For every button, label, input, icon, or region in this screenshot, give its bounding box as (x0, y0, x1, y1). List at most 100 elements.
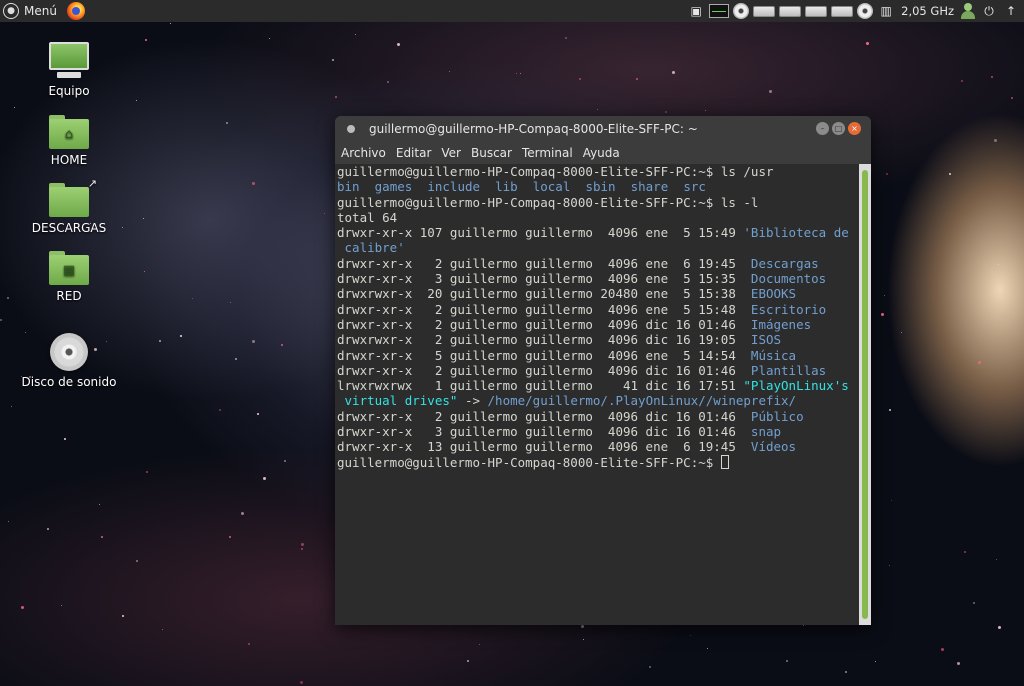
desktop-icon-red[interactable]: ▦ RED (19, 251, 119, 303)
terminal-line: drwxr-xr-x 13 guillermo guillermo 4096 e… (337, 439, 857, 454)
update-icon[interactable]: ↑ (1002, 3, 1020, 19)
terminal-line: calibre' (337, 240, 857, 255)
star (263, 477, 266, 480)
star (21, 606, 24, 609)
star (284, 460, 286, 462)
dir-entry: share (630, 179, 669, 195)
desktop-icon-label: RED (56, 289, 82, 303)
menu-button[interactable]: ● Menú (0, 0, 57, 22)
terminal-line: drwxr-xr-x 5 guillermo guillermo 4096 en… (337, 348, 857, 363)
star (649, 666, 651, 668)
star (1005, 316, 1006, 317)
terminal-titlebar[interactable]: guillermo@guillermo-HP-Compaq-8000-Elite… (335, 116, 871, 141)
star (281, 344, 283, 346)
terminal-line: drwxrwxr-x 20 guillermo guillermo 20480 … (337, 286, 857, 301)
terminal-scrollbar[interactable] (859, 164, 871, 625)
hard-drive-icon[interactable] (779, 5, 802, 17)
system-tray: ▣ ▥ 2,05 GHz ⏻ ↑ (687, 0, 1024, 22)
star (991, 76, 993, 78)
cd-drive-icon[interactable] (733, 3, 750, 19)
star (941, 648, 944, 651)
terminal-menubar: Archivo Editar Ver Buscar Terminal Ayuda (335, 141, 871, 164)
cpu-freq-icon[interactable]: ▥ (877, 3, 895, 19)
hard-drive-icon[interactable] (831, 5, 854, 17)
prompt: guillermo@guillermo-HP-Compaq-8000-Elite… (337, 194, 714, 210)
star (884, 295, 885, 296)
menu-editar[interactable]: Editar (396, 146, 432, 160)
listing-meta: drwxr-xr-x 3 guillermo guillermo 4096 en… (337, 271, 744, 287)
listing-name: Documentos (743, 271, 827, 287)
display-settings-icon[interactable]: ▣ (687, 3, 705, 19)
total-line: total 64 (337, 209, 398, 225)
star (300, 681, 303, 684)
terminal-output[interactable]: guillermo@guillermo-HP-Compaq-8000-Elite… (335, 164, 859, 625)
cd-drive-icon[interactable] (857, 3, 874, 19)
listing-meta: drwxr-xr-x 107 guillermo guillermo 4096 … (337, 225, 744, 241)
star (579, 78, 581, 80)
star (0, 319, 2, 321)
hard-drive-icon[interactable] (753, 5, 776, 17)
listing-meta: drwxr-xr-x 2 guillermo guillermo 4096 di… (337, 362, 744, 378)
star (122, 227, 123, 228)
star (170, 23, 171, 24)
window-controls: – □ × (816, 122, 861, 135)
system-monitor-icon[interactable] (709, 4, 730, 18)
hard-drive-icon[interactable] (805, 5, 828, 17)
menu-terminal[interactable]: Terminal (522, 146, 573, 160)
star (101, 536, 103, 538)
desktop-icon-disco-de-sonido[interactable]: Disco de sonido (19, 333, 119, 389)
scrollbar-thumb[interactable] (862, 170, 868, 619)
terminal-line: drwxr-xr-x 3 guillermo guillermo 4096 en… (337, 271, 857, 286)
desktop-icon-label: DESCARGAS (31, 221, 107, 235)
desktop-icon-descargas[interactable]: ↗ DESCARGAS (19, 177, 119, 235)
minimize-button[interactable]: – (816, 122, 829, 135)
listing-name: Descargas (743, 255, 819, 271)
close-button[interactable]: × (848, 122, 861, 135)
menu-ayuda[interactable]: Ayuda (583, 146, 620, 160)
terminal-window[interactable]: guillermo@guillermo-HP-Compaq-8000-Elite… (335, 116, 871, 625)
listing-meta: drwxr-xr-x 2 guillermo guillermo 4096 en… (337, 255, 744, 271)
menu-buscar[interactable]: Buscar (471, 146, 512, 160)
star (672, 71, 675, 74)
star (449, 71, 450, 72)
star (581, 625, 584, 628)
desktop-icon-equipo[interactable]: Equipo (19, 42, 119, 98)
cpu-frequency[interactable]: 2,05 GHz (899, 4, 956, 18)
maximize-button[interactable]: □ (832, 122, 845, 135)
star (996, 559, 997, 560)
power-icon[interactable]: ⏻ (980, 3, 998, 19)
star (964, 551, 966, 553)
star (230, 302, 231, 303)
menu-archivo[interactable]: Archivo (341, 146, 386, 160)
star (961, 80, 963, 82)
star (47, 528, 49, 530)
terminal-line: drwxr-xr-x 2 guillermo guillermo 4096 di… (337, 409, 857, 424)
star (690, 635, 691, 636)
star (219, 409, 221, 411)
star (881, 313, 884, 316)
star (949, 173, 951, 175)
user-icon[interactable] (960, 3, 976, 19)
star (136, 560, 138, 562)
firefox-icon[interactable] (66, 2, 85, 20)
star (875, 661, 876, 662)
link-target: /home/guillermo/.PlayOnLinux//wineprefix… (487, 393, 797, 409)
star (301, 543, 304, 546)
star (1011, 97, 1013, 99)
star (248, 643, 250, 645)
listing-name: EBOOKS (743, 286, 797, 302)
star (144, 271, 145, 272)
star (397, 43, 400, 46)
desktop-icon-home[interactable]: ⌂ HOME (19, 115, 119, 167)
terminal-line: drwxr-xr-x 2 guillermo guillermo 4096 en… (337, 256, 857, 271)
menu-ver[interactable]: Ver (441, 146, 461, 160)
star (136, 100, 137, 101)
star (335, 96, 337, 98)
star (301, 548, 303, 550)
star (803, 625, 804, 626)
window-menu-icon[interactable] (347, 124, 355, 133)
star (11, 406, 12, 407)
